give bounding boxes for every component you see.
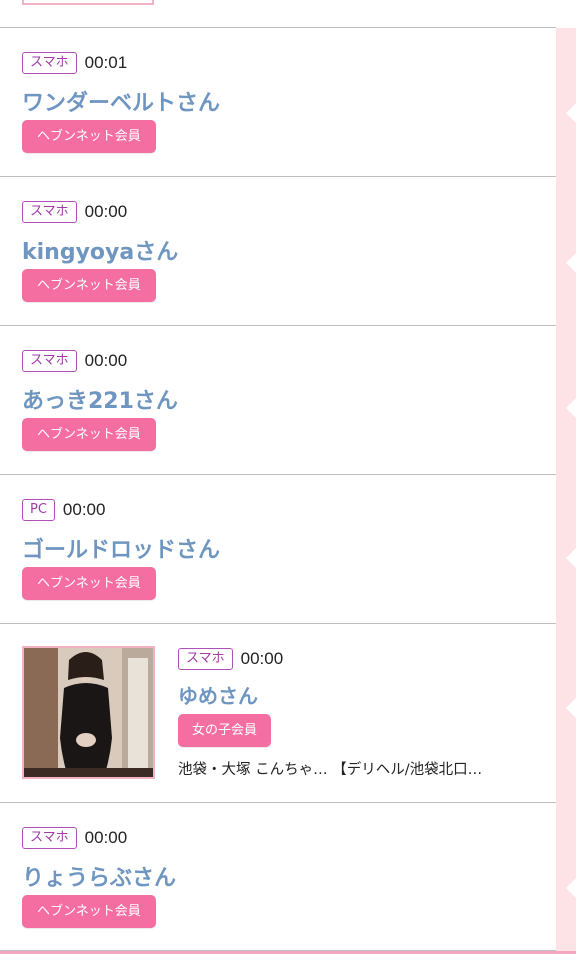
visitor-name-link[interactable]: ワンダーベルトさん	[22, 85, 220, 117]
person-photo-image	[24, 648, 153, 777]
entry-meta: PC 00:00	[22, 499, 105, 521]
member-type-badge: 女の子会員	[178, 714, 272, 747]
entry-meta: スマホ 00:00	[22, 827, 127, 849]
member-type-badge: ヘブンネット会員	[22, 567, 156, 600]
visitor-name-link[interactable]: りょうらぶさん	[22, 860, 176, 892]
list-item[interactable]: スマホ 00:00 ゆめさん 女の子会員 池袋・大塚 こんちゃ… 【デリヘル/池…	[0, 623, 556, 802]
device-badge: スマホ	[22, 350, 77, 372]
previous-photo-frame-edge	[22, 0, 154, 5]
device-badge: PC	[22, 499, 55, 521]
visit-time: 00:00	[62, 500, 106, 519]
visit-time: 00:00	[240, 649, 284, 668]
visitor-list-page: スマホ 00:01 ワンダーベルトさん ヘブンネット会員 スマホ 00:00 k…	[0, 0, 576, 954]
entry-meta: スマホ 00:00	[22, 201, 127, 223]
visit-time: 00:00	[84, 828, 128, 847]
visitor-list: スマホ 00:01 ワンダーベルトさん ヘブンネット会員 スマホ 00:00 k…	[0, 27, 556, 951]
member-type-badge: ヘブンネット会員	[22, 895, 156, 928]
visitor-name-link[interactable]: kingyoyaさん	[22, 234, 178, 266]
list-item[interactable]: スマホ 00:00 りょうらぶさん ヘブンネット会員	[0, 802, 556, 951]
visitor-name-link[interactable]: ゴールドロッドさん	[22, 532, 220, 564]
visitor-name-link[interactable]: ゆめさん	[178, 680, 258, 709]
visit-time: 00:01	[84, 53, 128, 72]
entry-meta: スマホ 00:00	[178, 648, 283, 670]
visitor-name-link[interactable]: あっき221さん	[22, 383, 178, 415]
shop-description[interactable]: 池袋・大塚 こんちゃ… 【デリヘル/池袋北口…	[178, 758, 550, 779]
member-photo[interactable]	[22, 646, 155, 779]
device-badge: スマホ	[178, 648, 233, 670]
side-decoration-strip	[556, 28, 576, 954]
list-item[interactable]: スマホ 00:00 あっき221さん ヘブンネット会員	[0, 325, 556, 474]
list-item[interactable]: スマホ 00:01 ワンダーベルトさん ヘブンネット会員	[0, 27, 556, 176]
member-type-badge: ヘブンネット会員	[22, 269, 156, 302]
visit-time: 00:00	[84, 351, 128, 370]
entry-meta: スマホ 00:00	[22, 350, 127, 372]
member-type-badge: ヘブンネット会員	[22, 120, 156, 153]
device-badge: スマホ	[22, 827, 77, 849]
device-badge: スマホ	[22, 201, 77, 223]
member-type-badge: ヘブンネット会員	[22, 418, 156, 451]
list-item[interactable]: スマホ 00:00 kingyoyaさん ヘブンネット会員	[0, 176, 556, 325]
entry-meta: スマホ 00:01	[22, 52, 127, 74]
list-item[interactable]: PC 00:00 ゴールドロッドさん ヘブンネット会員	[0, 474, 556, 623]
visit-time: 00:00	[84, 202, 128, 221]
device-badge: スマホ	[22, 52, 77, 74]
